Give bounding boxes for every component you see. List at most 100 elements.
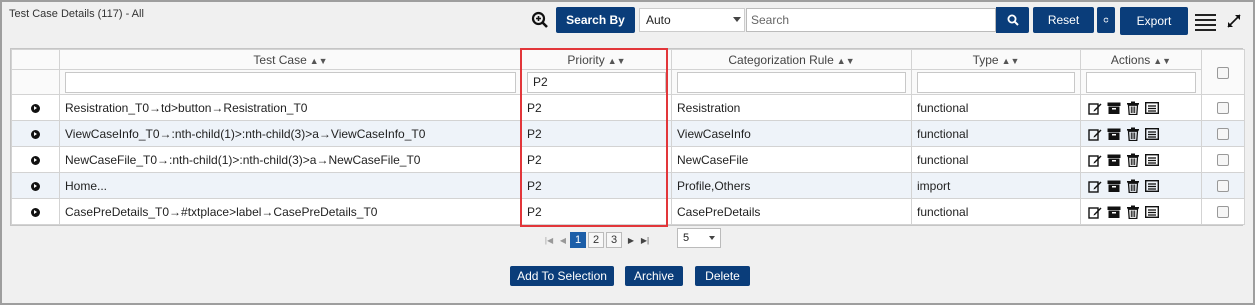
edit-icon[interactable] <box>1088 127 1102 141</box>
archive-icon[interactable] <box>1107 101 1121 115</box>
edit-icon[interactable] <box>1088 205 1102 219</box>
page-size-select[interactable]: 5 <box>677 228 721 248</box>
delete-button[interactable]: Delete <box>695 266 750 286</box>
cell-priority: P2 <box>521 120 672 147</box>
expand-row-icon[interactable] <box>31 181 40 191</box>
zoom-search-icon[interactable] <box>531 11 549 29</box>
edit-icon[interactable] <box>1088 153 1102 167</box>
table-row[interactable]: Resistration_T0→td>button→Resistration_T… <box>11 94 1245 121</box>
search-mode-value: Auto <box>646 13 671 27</box>
trash-icon[interactable] <box>1126 179 1140 193</box>
search-mode-select[interactable]: Auto <box>639 8 745 32</box>
edit-icon[interactable] <box>1088 101 1102 115</box>
row-checkbox[interactable] <box>1217 154 1229 167</box>
cell-priority: P2 <box>521 94 672 121</box>
filter-cell-test-case <box>59 69 522 95</box>
cell-type: functional <box>911 146 1081 173</box>
cell-type: functional <box>911 120 1081 147</box>
sort-icon: ▲▼ <box>1153 55 1172 66</box>
search-button[interactable] <box>996 7 1029 33</box>
next-page-icon[interactable]: ▶ <box>624 236 638 245</box>
archive-icon[interactable] <box>1107 205 1121 219</box>
cell-categorization-rule: NewCaseFile <box>671 146 912 173</box>
filter-type[interactable] <box>917 71 1075 93</box>
column-header-categorization-rule[interactable]: Categorization Rule ▲▼ <box>671 49 912 70</box>
column-header-actions[interactable]: Actions ▲▼ <box>1080 49 1202 70</box>
table-row[interactable]: NewCaseFile_T0→:nth-child(1)>:nth-child(… <box>11 146 1245 173</box>
archive-icon[interactable] <box>1107 153 1121 167</box>
reset-button[interactable]: Reset <box>1033 7 1094 33</box>
sort-icon: ▲▼ <box>1001 55 1020 66</box>
cell-test-case: Resistration_T0→td>button→Resistration_T… <box>59 94 522 121</box>
search-input[interactable] <box>746 8 996 32</box>
expand-row-icon[interactable] <box>31 207 40 217</box>
archive-icon[interactable] <box>1107 127 1121 141</box>
row-checkbox[interactable] <box>1217 206 1229 219</box>
first-page-icon[interactable]: |◀ <box>542 236 556 245</box>
filter-categorization-rule[interactable] <box>677 71 906 93</box>
cell-test-case: NewCaseFile_T0→:nth-child(1)>:nth-child(… <box>59 146 522 173</box>
page-button-1[interactable]: 1 <box>570 232 586 248</box>
cell-actions <box>1080 198 1202 225</box>
edit-icon[interactable] <box>1088 179 1102 193</box>
cell-categorization-rule: Profile,Others <box>671 172 912 199</box>
filter-test-case[interactable] <box>65 71 516 93</box>
column-header-type[interactable]: Type ▲▼ <box>911 49 1081 70</box>
cell-categorization-rule: ViewCaseInfo <box>671 120 912 147</box>
cell-actions <box>1080 94 1202 121</box>
sort-icon: ▲▼ <box>836 55 855 66</box>
trash-icon[interactable] <box>1126 205 1140 219</box>
export-button[interactable]: Export <box>1120 7 1188 35</box>
last-page-icon[interactable]: ▶| <box>638 236 652 245</box>
prev-page-icon[interactable]: ◀ <box>556 236 570 245</box>
cell-priority: P2 <box>521 172 672 199</box>
add-to-selection-button[interactable]: Add To Selection <box>510 266 614 286</box>
row-checkbox[interactable] <box>1217 180 1229 193</box>
details-icon[interactable] <box>1144 127 1160 141</box>
page-size-value: 5 <box>683 232 690 244</box>
expand-icon[interactable] <box>1226 13 1242 29</box>
test-case-table: Test Case ▲▼ Priority ▲▼ Categorization Ru… <box>11 49 1245 225</box>
trash-icon[interactable] <box>1126 101 1140 115</box>
cell-actions <box>1080 120 1202 147</box>
refresh-button[interactable] <box>1097 7 1115 33</box>
details-icon[interactable] <box>1144 101 1160 115</box>
column-header-priority[interactable]: Priority ▲▼ <box>521 49 672 70</box>
expand-row-icon[interactable] <box>31 155 40 165</box>
table-row[interactable]: Home... P2 Profile,Others import <box>11 172 1245 199</box>
filter-actions[interactable] <box>1086 71 1196 93</box>
trash-icon[interactable] <box>1126 153 1140 167</box>
filter-spacer <box>11 69 60 95</box>
filter-cell-type <box>911 69 1081 95</box>
filter-priority[interactable] <box>527 71 666 93</box>
select-all-checkbox[interactable] <box>1217 66 1229 79</box>
page-button-2[interactable]: 2 <box>588 232 604 248</box>
cell-categorization-rule: CasePreDetails <box>671 198 912 225</box>
search-by-button[interactable]: Search By <box>556 7 635 33</box>
cell-test-case: CasePreDetails_T0→#txtplace>label→CasePr… <box>59 198 522 225</box>
row-checkbox[interactable] <box>1217 128 1229 141</box>
cell-type: import <box>911 172 1081 199</box>
column-menu-icon[interactable] <box>1195 14 1216 31</box>
cell-priority: P2 <box>521 146 672 173</box>
row-checkbox[interactable] <box>1217 102 1229 115</box>
cell-actions <box>1080 172 1202 199</box>
table-row[interactable]: CasePreDetails_T0→#txtplace>label→CasePr… <box>11 198 1245 225</box>
archive-button[interactable]: Archive <box>625 266 683 286</box>
details-icon[interactable] <box>1144 153 1160 167</box>
trash-icon[interactable] <box>1126 127 1140 141</box>
select-all-header <box>1201 49 1245 95</box>
cell-test-case: ViewCaseInfo_T0→:nth-child(1)>:nth-child… <box>59 120 522 147</box>
table-row[interactable]: ViewCaseInfo_T0→:nth-child(1)>:nth-child… <box>11 120 1245 147</box>
expand-row-icon[interactable] <box>31 103 40 113</box>
expand-row-icon[interactable] <box>31 129 40 139</box>
archive-icon[interactable] <box>1107 179 1121 193</box>
sort-icon: ▲▼ <box>607 55 626 66</box>
details-icon[interactable] <box>1144 179 1160 193</box>
details-icon[interactable] <box>1144 205 1160 219</box>
column-header-test-case[interactable]: Test Case ▲▼ <box>59 49 522 70</box>
filter-cell-priority <box>521 69 672 95</box>
pagination: |◀ ◀ 1 2 3 ▶ ▶| <box>542 231 652 249</box>
test-case-grid: Test Case ▲▼ Priority ▲▼ Categorization Ru… <box>10 48 1245 226</box>
page-button-3[interactable]: 3 <box>606 232 622 248</box>
